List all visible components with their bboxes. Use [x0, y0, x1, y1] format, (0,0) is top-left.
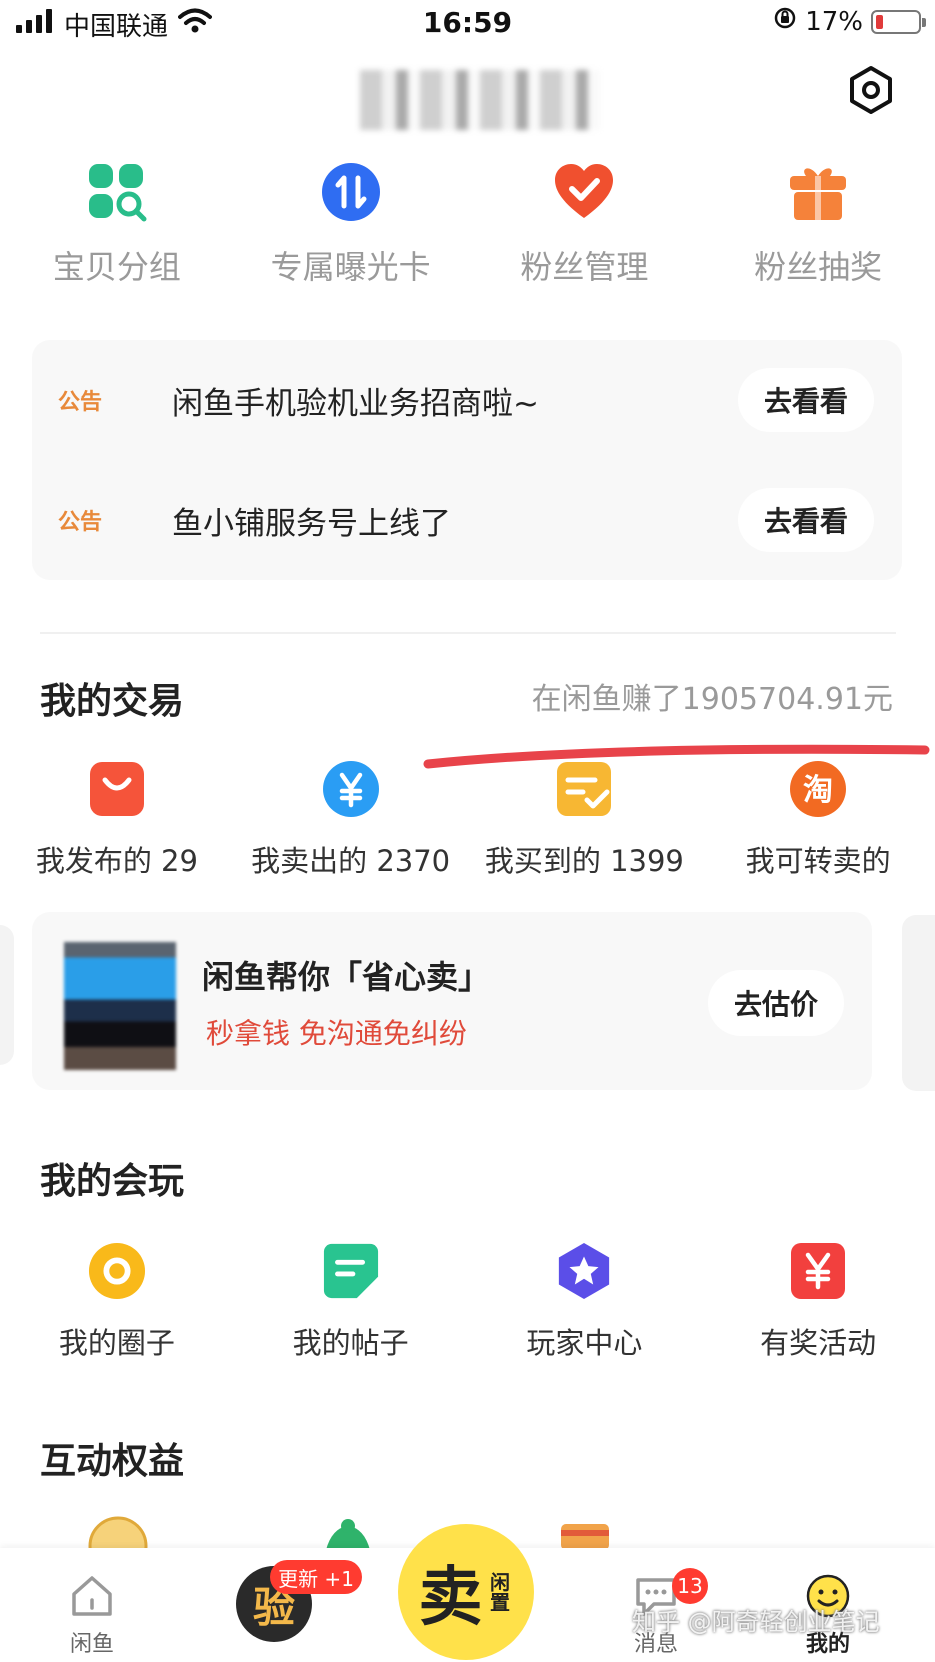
- sell-subtitle: 闲置: [486, 1572, 511, 1612]
- play-item-label: 有奖活动: [760, 1326, 877, 1360]
- trade-item-label: 我可转卖的: [745, 844, 891, 878]
- notice-tag: 公告: [58, 510, 103, 535]
- grid-search-icon: [85, 160, 149, 224]
- benefits-section-title: 互动权益: [40, 1441, 185, 1482]
- carrier-name: 中国联通: [64, 12, 169, 42]
- promo-title: 闲鱼帮你「省心卖」: [202, 958, 491, 996]
- sell-button[interactable]: 卖 闲置: [398, 1524, 534, 1660]
- wifi-icon: [178, 8, 213, 41]
- earned-amount[interactable]: 在闲鱼赚了1905704.91元: [532, 674, 893, 718]
- circle-icon: [88, 1242, 146, 1300]
- rotation-lock-icon: [773, 6, 797, 37]
- notice-view-button[interactable]: 去看看: [738, 368, 874, 432]
- trade-grid: 我发布的 29 我卖出的 2370 我买到的 1399 淘 我可转卖的: [0, 760, 935, 880]
- play-item-events[interactable]: 有奖活动: [701, 1242, 935, 1362]
- tab-home[interactable]: 闲鱼: [68, 1574, 116, 1658]
- star-badge-icon: [555, 1242, 613, 1300]
- shopping-bag-icon: [88, 760, 146, 818]
- sell-glyph: 卖: [418, 1561, 483, 1635]
- carousel-prev-card[interactable]: [0, 925, 14, 1065]
- battery-icon: [871, 9, 926, 34]
- tool-item-exposure[interactable]: 专属曝光卡: [234, 150, 468, 300]
- leaf-icon[interactable]: [318, 1510, 378, 1550]
- update-badge: 更新 +1: [270, 1560, 362, 1594]
- message-count-badge: 13: [672, 1568, 708, 1604]
- notice-card: 公告 闲鱼手机验机业务招商啦~ 去看看 公告 鱼小铺服务号上线了 去看看: [32, 340, 902, 580]
- tool-item-group[interactable]: 宝贝分组: [0, 150, 234, 300]
- heart-check-icon: [552, 160, 616, 224]
- notice-text: 闲鱼手机验机业务招商啦~: [172, 385, 539, 422]
- trade-item-bought[interactable]: 我买到的 1399: [468, 760, 702, 880]
- trade-item-label: 我卖出的 2370: [251, 844, 451, 878]
- top-tools-row: 宝贝分组 专属曝光卡 粉丝管理 粉丝抽奖: [0, 150, 935, 300]
- play-section-title: 我的会玩: [40, 1161, 185, 1202]
- trade-item-label: 我买到的 1399: [484, 844, 684, 878]
- gift-icon: [786, 160, 850, 224]
- settings-hex-icon: [846, 65, 896, 119]
- battery-percent: 17%: [805, 6, 863, 37]
- play-item-circles[interactable]: 我的圈子: [0, 1242, 234, 1362]
- notice-row[interactable]: 公告 闲鱼手机验机业务招商啦~ 去看看: [32, 340, 902, 460]
- blurred-product-thumbnail: [64, 942, 176, 1070]
- status-left: 中国联通: [16, 6, 213, 43]
- notice-row[interactable]: 公告 鱼小铺服务号上线了 去看看: [32, 460, 902, 580]
- notice-tag: 公告: [58, 390, 103, 415]
- trade-item-label: 我发布的 29: [35, 844, 198, 878]
- trade-section-title: 我的交易: [40, 681, 185, 722]
- promo-subtitle: 秒拿钱 免沟通免纠纷: [206, 1017, 467, 1050]
- notice-text: 鱼小铺服务号上线了: [172, 505, 451, 542]
- play-item-player-center[interactable]: 玩家中心: [468, 1242, 702, 1362]
- play-item-label: 我的帖子: [292, 1326, 409, 1360]
- home-icon: [68, 1574, 116, 1622]
- trade-item-published[interactable]: 我发布的 29: [0, 760, 234, 880]
- tool-item-lottery[interactable]: 粉丝抽奖: [701, 150, 935, 300]
- carousel-next-card[interactable]: [902, 915, 935, 1091]
- yuan-coin-icon: [322, 760, 380, 818]
- swap-arrows-icon: [319, 160, 383, 224]
- play-item-label: 我的圈子: [58, 1326, 175, 1360]
- easy-sell-promo-card[interactable]: 闲鱼帮你「省心卖」 秒拿钱 免沟通免纠纷 去估价: [32, 912, 872, 1090]
- trade-item-sold[interactable]: 我卖出的 2370: [234, 760, 468, 880]
- signal-icon: [16, 9, 54, 40]
- svg-text:淘: 淘: [803, 773, 833, 808]
- coin-icon[interactable]: [88, 1510, 148, 1576]
- post-icon: [322, 1242, 380, 1300]
- yuan-tag-icon: [789, 1242, 847, 1300]
- notice-view-button[interactable]: 去看看: [738, 488, 874, 552]
- trade-item-resell[interactable]: 淘 我可转卖的: [701, 760, 935, 880]
- tool-item-fans[interactable]: 粉丝管理: [468, 150, 702, 300]
- settings-button[interactable]: [845, 66, 897, 118]
- estimate-price-button[interactable]: 去估价: [708, 970, 844, 1036]
- tab-label: 闲鱼: [69, 1632, 114, 1657]
- status-bar: 16:59 中国联通 17%: [0, 0, 935, 48]
- tool-label: 粉丝抽奖: [754, 248, 883, 286]
- order-check-icon: [555, 760, 613, 818]
- play-item-posts[interactable]: 我的帖子: [234, 1242, 468, 1362]
- tool-label: 专属曝光卡: [270, 248, 431, 286]
- section-divider: [40, 632, 896, 634]
- zhihu-watermark: 知乎 @阿奇轻创业笔记: [632, 1608, 880, 1636]
- play-grid: 我的圈子 我的帖子 玩家中心 有奖活动: [0, 1242, 935, 1362]
- taobao-icon: 淘: [789, 760, 847, 818]
- gift-box-icon[interactable]: [555, 1510, 615, 1550]
- play-item-label: 玩家中心: [526, 1326, 643, 1360]
- tool-label: 粉丝管理: [520, 248, 649, 286]
- blurred-username: [360, 70, 600, 130]
- tool-label: 宝贝分组: [52, 248, 181, 286]
- status-right: 17%: [773, 6, 926, 37]
